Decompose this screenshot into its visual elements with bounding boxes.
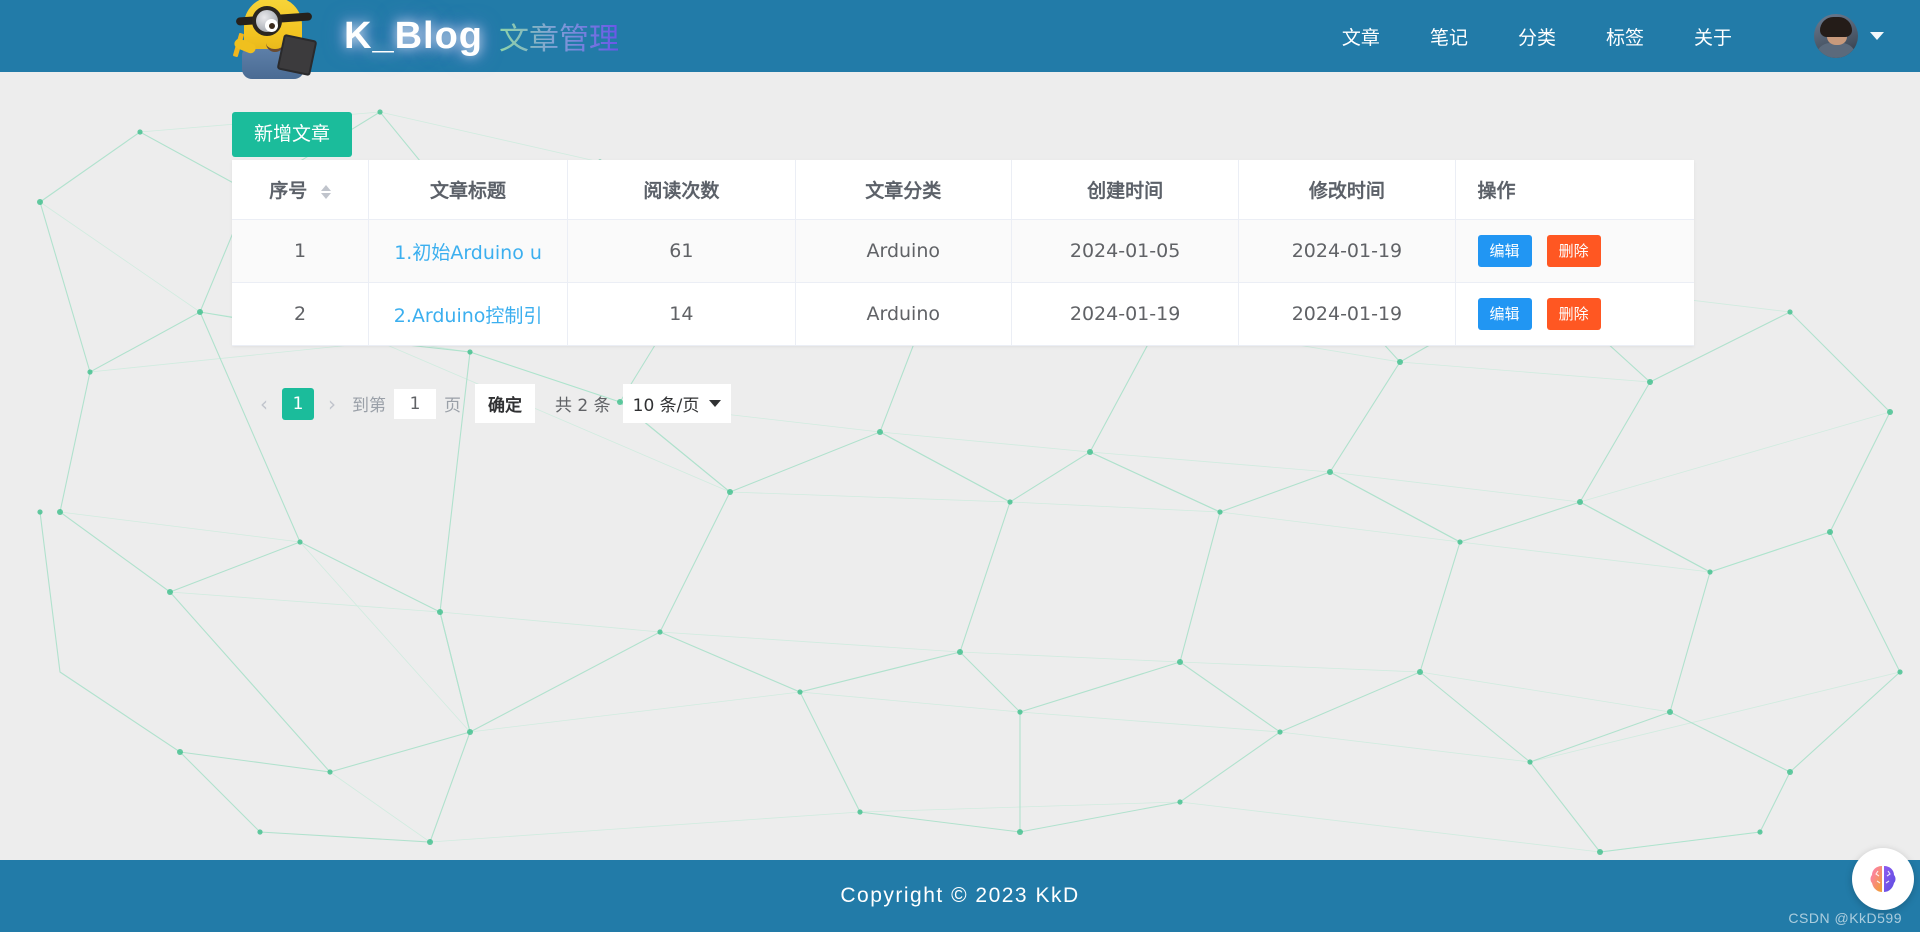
- delete-button[interactable]: 删除: [1546, 298, 1601, 330]
- edit-button[interactable]: 编辑: [1477, 298, 1532, 330]
- nav-item-notes[interactable]: 笔记: [1430, 23, 1468, 50]
- cell-modified: 2024-01-19: [1238, 282, 1456, 346]
- app-header: K_Blog 文章管理 文章 笔记 分类 标签 关于: [0, 0, 1920, 79]
- nav-item-categories[interactable]: 分类: [1518, 23, 1556, 50]
- header-brand: K_Blog 文章管理: [222, 0, 619, 79]
- cell-category: Arduino: [795, 282, 1012, 346]
- page-size-select[interactable]: 10 条/页: [622, 384, 732, 423]
- article-title-link[interactable]: 1.初始Arduino u: [394, 238, 542, 265]
- user-menu[interactable]: [1814, 14, 1884, 58]
- nav-item-about[interactable]: 关于: [1694, 23, 1732, 50]
- column-header-index[interactable]: 序号: [232, 160, 370, 220]
- csdn-watermark: CSDN @KkD599: [1788, 910, 1902, 926]
- chevron-right-icon[interactable]: ›: [318, 388, 346, 420]
- articles-table-container: 序号 文章标题 阅读次数 文章分类 创建时间 修改时间 操作 1 1.初始Ard…: [232, 160, 1694, 346]
- edit-button[interactable]: 编辑: [1477, 235, 1532, 267]
- copyright-text: Copyright © 2023 KkD: [840, 884, 1080, 907]
- cell-title: 2.Arduino控制引: [368, 282, 569, 346]
- chevron-down-icon[interactable]: [709, 400, 722, 407]
- column-header-modified: 修改时间: [1238, 160, 1456, 220]
- ai-assistant-button[interactable]: [1852, 848, 1914, 910]
- cell-reads: 14: [567, 282, 796, 346]
- column-header-category: 文章分类: [795, 160, 1012, 220]
- goto-page-input[interactable]: [394, 388, 436, 419]
- page-number-1[interactable]: 1: [282, 387, 314, 420]
- sort-icon[interactable]: [320, 184, 331, 199]
- table-header-row: 序号 文章标题 阅读次数 文章分类 创建时间 修改时间 操作: [232, 160, 1694, 220]
- cell-index: 2: [232, 282, 370, 346]
- brand-title: K_Blog: [344, 14, 483, 57]
- cell-actions: 编辑 删除: [1455, 282, 1694, 346]
- cell-modified: 2024-01-19: [1238, 219, 1456, 283]
- articles-table: 序号 文章标题 阅读次数 文章分类 创建时间 修改时间 操作 1 1.初始Ard…: [232, 160, 1694, 346]
- column-header-title: 文章标题: [368, 160, 569, 220]
- add-article-button[interactable]: 新增文章: [232, 112, 353, 157]
- column-header-reads: 阅读次数: [567, 160, 796, 220]
- cell-index: 1: [232, 219, 370, 283]
- goto-prefix-label: 到第: [352, 396, 386, 416]
- delete-button[interactable]: 删除: [1546, 235, 1601, 267]
- column-header-created: 创建时间: [1011, 160, 1240, 220]
- total-count-label: 共 2 条: [555, 396, 611, 416]
- cell-reads: 61: [567, 219, 796, 283]
- cell-actions: 编辑 删除: [1455, 219, 1694, 283]
- cell-created: 2024-01-05: [1011, 219, 1240, 283]
- goto-suffix-label: 页: [444, 396, 461, 416]
- app-footer: Copyright © 2023 KkD: [0, 860, 1920, 932]
- chevron-left-icon[interactable]: ‹: [250, 388, 278, 420]
- article-title-link[interactable]: 2.Arduino控制引: [394, 301, 543, 328]
- page-title: 文章管理: [499, 14, 619, 58]
- table-row: 1 1.初始Arduino u 61 Arduino 2024-01-05 20…: [232, 219, 1694, 283]
- minion-logo-icon: [222, 0, 326, 79]
- confirm-page-button[interactable]: 确定: [475, 384, 535, 423]
- pagination: ‹ 1 › 到第 页 确定 共 2 条 10 条/页: [250, 384, 732, 423]
- chevron-down-icon[interactable]: [1870, 32, 1884, 40]
- cell-category: Arduino: [795, 219, 1012, 283]
- brain-icon: [1870, 866, 1896, 892]
- column-header-actions: 操作: [1455, 160, 1694, 220]
- main-navigation: 文章 笔记 分类 标签 关于: [1342, 14, 1884, 58]
- cell-created: 2024-01-19: [1011, 282, 1240, 346]
- table-row: 2 2.Arduino控制引 14 Arduino 2024-01-19 202…: [232, 282, 1694, 346]
- column-header-index-label: 序号: [269, 180, 308, 202]
- nav-item-articles[interactable]: 文章: [1342, 23, 1380, 50]
- avatar[interactable]: [1814, 14, 1858, 58]
- nav-item-tags[interactable]: 标签: [1606, 23, 1644, 50]
- app-root: K_Blog 文章管理 文章 笔记 分类 标签 关于 新增文章 序号 文章标题 …: [0, 0, 1920, 932]
- page-size-label: 10 条/页: [632, 396, 700, 416]
- cell-title: 1.初始Arduino u: [368, 219, 569, 283]
